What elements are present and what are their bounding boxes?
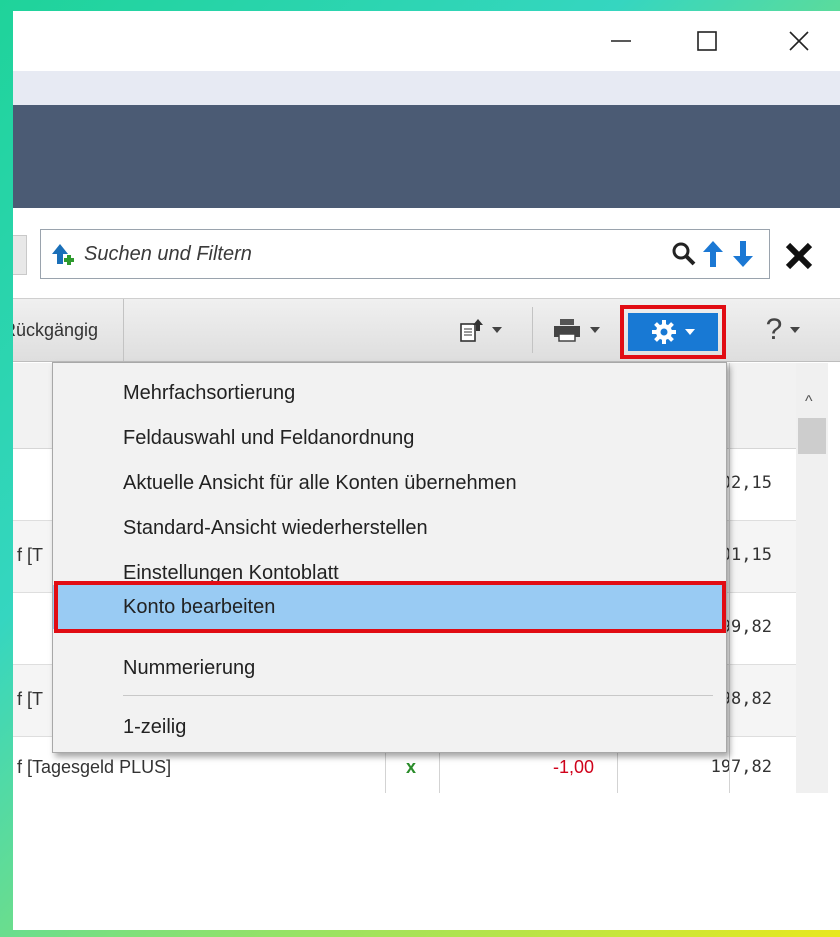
menu-item-1-zeilig[interactable]: 1-zeilig [53, 705, 726, 749]
menu-item-feldauswahl[interactable]: Feldauswahl und Feldanordnung [53, 416, 726, 460]
vertical-scrollbar[interactable]: ^ [796, 363, 828, 793]
undo-label: Rückgängig [13, 319, 99, 340]
menu-item-nummerierung[interactable]: Nummerierung [53, 646, 726, 690]
maximize-button[interactable] [687, 21, 727, 61]
export-icon [460, 319, 483, 342]
search-input[interactable]: Suchen und Filtern [40, 229, 770, 279]
menu-item-ansicht-uebernehmen[interactable]: Aktuelle Ansicht für alle Konten überneh… [53, 461, 726, 505]
row-text: f [T [17, 689, 43, 709]
search-placeholder: Suchen und Filtern [84, 243, 252, 265]
title-bar [13, 11, 840, 71]
arrow-down-icon[interactable] [731, 239, 755, 269]
settings-dropdown-menu: Mehrfachsortierung Feldauswahl und Felda… [52, 362, 727, 753]
undo-button[interactable]: Rückgängig [13, 299, 125, 361]
print-button[interactable] [541, 305, 611, 355]
menu-item-label: Mehrfachsortierung [123, 381, 296, 404]
toolbar: Rückgängig [13, 298, 840, 362]
help-button[interactable]: ? [743, 305, 823, 355]
row-amount: 197,82 [710, 757, 772, 777]
menu-item-label: Feldauswahl und Feldanordnung [123, 426, 415, 449]
toolbar-separator [532, 307, 533, 353]
menu-item-konto-bearbeiten[interactable]: Konto bearbeiten [53, 585, 726, 629]
scroll-up-icon[interactable]: ^ [805, 393, 813, 411]
menu-item-mehrfachsortierung[interactable]: Mehrfachsortierung [53, 371, 726, 415]
row-change: -1,00 [553, 757, 595, 777]
settings-button[interactable] [620, 305, 726, 359]
search-icon[interactable] [671, 241, 697, 267]
add-filter-icon[interactable] [50, 242, 76, 268]
column-divider [729, 363, 730, 793]
app-window: Suchen und Filtern Rückgängig [13, 11, 840, 930]
minimize-button[interactable] [601, 21, 641, 61]
menu-item-label: Aktuelle Ansicht für alle Konten überneh… [123, 471, 517, 494]
chevron-down-icon [492, 327, 502, 333]
row-text: f [T [17, 545, 43, 565]
header-banner [13, 105, 840, 208]
chevron-down-icon [590, 327, 600, 333]
minimize-icon [611, 40, 631, 42]
help-label: ? [765, 313, 783, 346]
gear-icon [652, 320, 676, 344]
menu-item-label: Standard-Ansicht wiederherstellen [123, 516, 428, 539]
menu-item-label: Konto bearbeiten [123, 595, 276, 618]
chevron-down-icon [790, 327, 801, 333]
maximize-icon [697, 31, 717, 51]
screenshot-frame: Suchen und Filtern Rückgängig [0, 0, 840, 937]
arrow-up-icon[interactable] [701, 239, 725, 269]
printer-icon [554, 319, 580, 342]
menu-strip [13, 71, 840, 105]
export-button[interactable] [445, 305, 515, 355]
left-control-stub[interactable] [13, 235, 27, 275]
menu-item-label: Nummerierung [123, 656, 256, 679]
menu-item-standard-ansicht[interactable]: Standard-Ansicht wiederherstellen [53, 506, 726, 550]
close-button[interactable] [779, 21, 819, 61]
menu-item-label: 1-zeilig [123, 715, 187, 738]
scroll-thumb[interactable] [798, 418, 826, 454]
settings-button-face[interactable] [628, 313, 718, 351]
close-icon [789, 31, 809, 51]
menu-item-label: Einstellungen Kontoblatt [123, 561, 339, 584]
row-flag: x [406, 757, 417, 777]
clear-search-icon[interactable] [784, 241, 814, 271]
menu-separator [123, 695, 713, 696]
chevron-down-icon [685, 329, 695, 335]
row-text: f [Tagesgeld PLUS] [17, 757, 172, 777]
